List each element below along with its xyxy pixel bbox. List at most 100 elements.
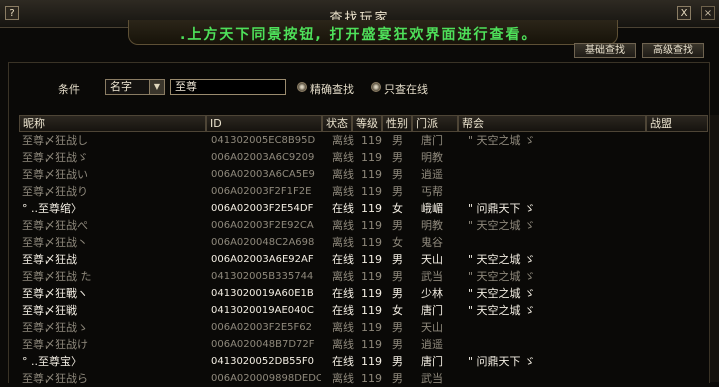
player-gender: 男 [392, 151, 403, 164]
player-name: 至尊〆狂战り [22, 185, 88, 198]
player-level: 119 [361, 219, 382, 232]
player-name: 至尊〆狂战ら [22, 372, 88, 385]
player-status: 离线 [332, 219, 354, 232]
table-row[interactable]: 至尊〆狂战し 041302005EC8B95D 离线 119 男 唐门 " 天空之城 ゞ [0, 132, 719, 149]
player-name: 至尊〆狂战け [22, 338, 88, 351]
player-gender: 男 [392, 219, 403, 232]
player-guild: " 天空之城 ゞ [468, 304, 536, 317]
player-id: 006A020048B7D72F [211, 339, 315, 350]
player-id: 041302005B335744 [211, 271, 314, 282]
exact-search-label[interactable]: 精确查找 [310, 81, 354, 97]
player-level: 119 [361, 202, 382, 215]
player-name: 至尊〆狂战 た [22, 270, 92, 283]
player-guild: " 天空之城 ゞ [468, 287, 536, 300]
player-id: 006A02003A6C9209 [211, 152, 315, 163]
player-gender: 男 [392, 253, 403, 266]
player-sect: 唐门 [421, 355, 443, 368]
player-level: 119 [361, 338, 382, 351]
close-button[interactable]: X [677, 6, 691, 20]
player-sect: 明教 [421, 151, 443, 164]
chevron-down-icon[interactable]: ▼ [149, 80, 164, 94]
player-gender: 男 [392, 287, 403, 300]
player-status: 离线 [332, 151, 354, 164]
player-level: 119 [361, 134, 382, 147]
table-row[interactable]: ° ..至尊绾〉 006A02003F2E54DF 在线 119 女 峨嵋 " 问鼎天下 ゞ [0, 200, 719, 217]
player-guild: " 天空之城 ゞ [468, 253, 536, 266]
player-id: 006A02003A6CA5E9 [211, 169, 315, 180]
player-name: 至尊〆狂战 [22, 253, 77, 266]
player-level: 119 [361, 287, 382, 300]
table-row[interactable]: 至尊〆狂战 006A02003A6E92AF 在线 119 男 天山 " 天空之城 ゞ [0, 251, 719, 268]
player-status: 离线 [332, 372, 354, 385]
player-sect: 天山 [421, 321, 443, 334]
column-header-id[interactable]: ID [206, 115, 322, 132]
player-name: ° ..至尊绾〉 [22, 202, 82, 215]
table-row[interactable]: ° ..至尊宝〉 0413020052DB55F0 在线 119 男 唐门 " 问鼎天下 ゞ [0, 353, 719, 370]
scrollbar[interactable] [709, 115, 719, 382]
column-header-status[interactable]: 状态 [322, 115, 352, 132]
player-id: 006A020009898DEDC [211, 373, 321, 384]
column-header-sect[interactable]: 门派 [412, 115, 458, 132]
advanced-search-button[interactable]: 高级查找 [642, 43, 704, 58]
player-sect: 少林 [421, 287, 443, 300]
player-id: 0413020052DB55F0 [211, 356, 315, 367]
player-guild: " 问鼎天下 ゞ [468, 355, 536, 368]
player-level: 119 [361, 151, 382, 164]
player-gender: 男 [392, 372, 403, 385]
player-gender: 男 [392, 270, 403, 283]
system-close-button[interactable]: × [701, 6, 715, 20]
player-level: 119 [361, 321, 382, 334]
table-row[interactable]: 至尊〆狂战ぺ 006A02003F2E92CA 离线 119 男 明教 " 天空之城 ゞ [0, 217, 719, 234]
player-gender: 女 [392, 236, 403, 249]
table-row[interactable]: 至尊〆狂战ゝ 006A02003F2E5F62 离线 119 男 天山 [0, 319, 719, 336]
player-id: 006A02003F2E5F62 [211, 322, 313, 333]
player-level: 119 [361, 236, 382, 249]
player-sect: 逍遥 [421, 168, 443, 181]
player-gender: 男 [392, 168, 403, 181]
table-row[interactable]: 至尊〆狂战 た 041302005B335744 离线 119 男 武当 " 天空之城 ゞ [0, 268, 719, 285]
table-row[interactable]: 至尊〆狂戦 0413020019AE040C 在线 119 女 唐门 " 天空之城 ゞ [0, 302, 719, 319]
column-header-level[interactable]: 等级 [352, 115, 382, 132]
player-gender: 女 [392, 202, 403, 215]
player-status: 在线 [332, 355, 354, 368]
column-header-name[interactable]: 昵称 [19, 115, 206, 132]
player-id: 006A02003F2F1F2E [211, 186, 312, 197]
table-row[interactable]: 至尊〆狂战丶 006A020048C2A698 离线 119 女 鬼谷 [0, 234, 719, 251]
player-status: 在线 [332, 253, 354, 266]
player-id: 006A02003F2E92CA [211, 220, 314, 231]
player-name: ° ..至尊宝〉 [22, 355, 82, 368]
column-header-gender[interactable]: 性别 [382, 115, 412, 132]
player-id: 0413020019AE040C [211, 305, 314, 316]
exact-search-radio[interactable] [297, 82, 307, 92]
column-header-guild[interactable]: 帮会 [458, 115, 646, 132]
player-status: 离线 [332, 236, 354, 249]
search-field-select[interactable]: 名字 ▼ [105, 79, 165, 95]
search-input[interactable]: 至尊 [170, 79, 286, 95]
player-gender: 男 [392, 321, 403, 334]
table-row[interactable]: 至尊〆狂战ら 006A020009898DEDC 离线 119 男 武当 [0, 370, 719, 387]
condition-label: 条件 [58, 83, 80, 96]
player-guild: " 天空之城 ゞ [468, 219, 536, 232]
player-id: 0413020019A60E1B [211, 288, 314, 299]
player-sect: 鬼谷 [421, 236, 443, 249]
column-header-alliance[interactable]: 战盟 [646, 115, 708, 132]
table-row[interactable]: 至尊〆狂战り 006A02003F2F1F2E 离线 119 男 丐帮 [0, 183, 719, 200]
player-name: 至尊〆狂战ゝ [22, 321, 88, 334]
player-level: 119 [361, 168, 382, 181]
player-sect: 峨嵋 [421, 202, 443, 215]
table-row[interactable]: 至尊〆狂戰ヽ 0413020019A60E1B 在线 119 男 少林 " 天空之城 ゞ [0, 285, 719, 302]
player-status: 在线 [332, 287, 354, 300]
player-status: 离线 [332, 185, 354, 198]
online-only-label[interactable]: 只查在线 [384, 81, 428, 97]
player-level: 119 [361, 253, 382, 266]
table-row[interactable]: 至尊〆狂战い 006A02003A6CA5E9 离线 119 男 逍遥 [0, 166, 719, 183]
search-field-value: 名字 [110, 80, 132, 93]
table-row[interactable]: 至尊〆狂战ゞ 006A02003A6C9209 离线 119 男 明教 [0, 149, 719, 166]
table-row[interactable]: 至尊〆狂战け 006A020048B7D72F 离线 119 男 逍遥 [0, 336, 719, 353]
basic-search-button[interactable]: 基础查找 [574, 43, 636, 58]
player-status: 离线 [332, 134, 354, 147]
player-level: 119 [361, 185, 382, 198]
online-only-radio[interactable] [371, 82, 381, 92]
player-guild: " 问鼎天下 ゞ [468, 202, 536, 215]
player-status: 在线 [332, 304, 354, 317]
